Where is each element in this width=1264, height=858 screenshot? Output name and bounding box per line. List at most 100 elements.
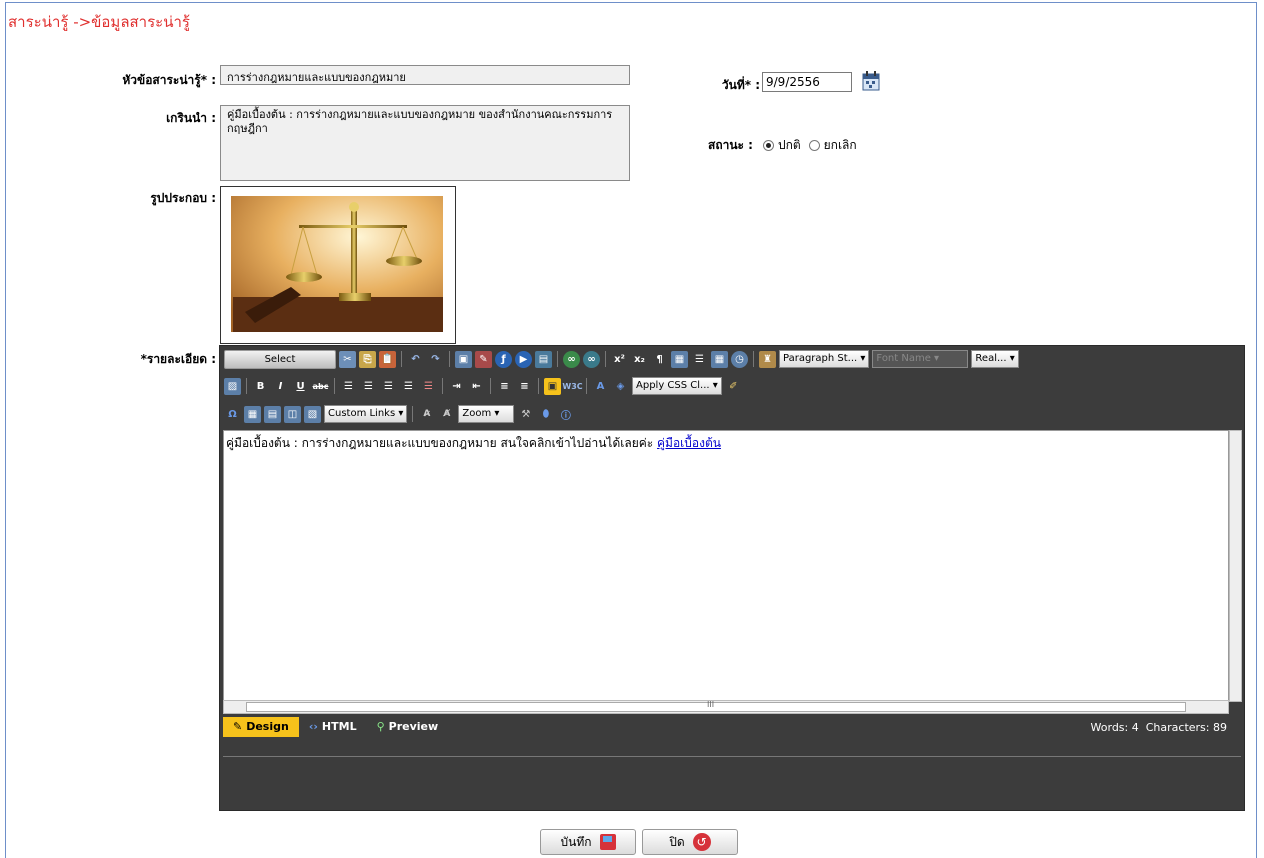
- toolbar-separator: [557, 351, 558, 367]
- illustration-image[interactable]: [220, 186, 456, 344]
- align-left-icon[interactable]: ☰: [340, 378, 357, 395]
- save-icon: [599, 834, 616, 850]
- snippet-icon[interactable]: ◫: [284, 405, 301, 423]
- bullet-list-icon[interactable]: ≡: [516, 378, 533, 395]
- zoom-dropdown[interactable]: Zoom ▾: [458, 405, 515, 423]
- close-button-label: ปิด: [669, 834, 685, 849]
- rich-text-editor: Select ✂ ⎘ 📋 ↶ ↷ ▣ ✎ ƒ ▶ ▤ ∞ ∞ x² x₂ ¶ ▦…: [219, 345, 1245, 811]
- status-group: สถานะ : ปกติ ยกเลิก: [708, 136, 857, 155]
- tab-html[interactable]: ‹› HTML: [299, 717, 367, 737]
- toolbar-separator: [334, 378, 335, 394]
- convert-upper-icon[interactable]: A̸: [438, 406, 455, 423]
- redo-icon[interactable]: ↷: [427, 351, 444, 368]
- toolbar-separator: [753, 351, 754, 367]
- scroll-grip: III: [707, 700, 715, 709]
- date-label: วันที่* :: [721, 78, 760, 92]
- status-cancel-radio[interactable]: [808, 140, 820, 151]
- insert-symbol-icon[interactable]: Ω: [224, 406, 241, 423]
- editor-horizontal-scrollbar[interactable]: III: [223, 700, 1229, 714]
- custom-links-dropdown[interactable]: Custom Links ▾: [324, 405, 408, 423]
- subscript-icon[interactable]: x₂: [631, 351, 648, 368]
- pencil-icon: ✎: [233, 720, 243, 733]
- intro-field[interactable]: คู่มือเบื้องต้น : การร่างกฎหมายและแบบของ…: [220, 105, 630, 181]
- close-button[interactable]: ปิด ↺: [642, 829, 738, 855]
- undo-icon[interactable]: ↶: [407, 351, 424, 368]
- numbered-list-icon[interactable]: ≡: [496, 378, 513, 395]
- image-map-icon[interactable]: ▧: [304, 405, 321, 423]
- format-painter-icon[interactable]: ✐: [725, 378, 742, 395]
- status-normal-radio[interactable]: [762, 140, 774, 151]
- module-manager-icon[interactable]: ⚒: [517, 406, 534, 423]
- format-stripper-icon[interactable]: ♜: [759, 350, 776, 368]
- align-right-icon[interactable]: ☰: [380, 378, 397, 395]
- align-center-icon[interactable]: ☰: [360, 378, 377, 395]
- document-manager-icon[interactable]: ✎: [475, 350, 492, 368]
- copy-icon[interactable]: ⎘: [359, 350, 376, 368]
- date-input[interactable]: [762, 72, 852, 92]
- save-button-label: บันทึก: [560, 834, 592, 849]
- paste-icon[interactable]: 📋: [379, 350, 396, 368]
- apply-css-class-dropdown[interactable]: Apply CSS Cl... ▾: [632, 377, 722, 395]
- toggle-border-icon[interactable]: ▣: [544, 377, 561, 395]
- insert-table-icon[interactable]: ▦: [671, 350, 688, 368]
- image-manager-icon[interactable]: ▣: [455, 350, 472, 368]
- font-name-dropdown[interactable]: Font Name ▾: [872, 350, 969, 368]
- code-icon: ‹›: [308, 720, 318, 733]
- real-font-size-dropdown[interactable]: Real... ▾: [971, 350, 1019, 368]
- about-icon[interactable]: ⓘ: [557, 406, 574, 423]
- toolbar-separator: [538, 378, 539, 394]
- paragraph-icon[interactable]: ¶: [651, 351, 668, 368]
- track-changes-icon[interactable]: ⬮: [537, 406, 554, 423]
- horizontal-rule-icon[interactable]: ☰: [691, 351, 708, 368]
- bold-icon[interactable]: B: [252, 378, 269, 395]
- toolbar-separator: [401, 351, 402, 367]
- status-cancel-label: ยกเลิก: [823, 138, 857, 152]
- editor-vertical-scrollbar[interactable]: [1229, 430, 1242, 702]
- title-field[interactable]: การร่างกฎหมายและแบบของกฎหมาย: [220, 65, 630, 85]
- convert-lower-icon[interactable]: A̷: [418, 406, 435, 423]
- insert-time-icon[interactable]: ◷: [731, 350, 748, 368]
- editor-content-text: คู่มือเบื้องต้น : การร่างกฎหมายและแบบของ…: [226, 436, 654, 450]
- outdent-icon[interactable]: ⇤: [468, 378, 485, 395]
- toolbar-row-1: Select ✂ ⎘ 📋 ↶ ↷ ▣ ✎ ƒ ▶ ▤ ∞ ∞ x² x₂ ¶ ▦…: [224, 348, 1019, 370]
- unlink-icon[interactable]: ∞: [583, 350, 600, 368]
- detail-label: *รายละเอียด :: [140, 352, 216, 366]
- hyperlink-icon[interactable]: ∞: [563, 350, 580, 368]
- superscript-icon[interactable]: x²: [611, 351, 628, 368]
- status-normal-label: ปกติ: [777, 138, 801, 152]
- flash-manager-icon[interactable]: ƒ: [495, 350, 512, 368]
- cut-icon[interactable]: ✂: [339, 350, 356, 368]
- strikethrough-icon[interactable]: abc: [312, 378, 329, 395]
- indent-icon[interactable]: ⇥: [448, 378, 465, 395]
- remove-alignment-icon[interactable]: ☰: [420, 378, 437, 395]
- editor-content-link[interactable]: คู่มือเบื้องต้น: [657, 436, 721, 450]
- insert-date-icon[interactable]: ▦: [711, 350, 728, 368]
- calendar-icon[interactable]: [862, 71, 880, 91]
- close-icon: ↺: [692, 833, 711, 851]
- highlight-color-icon[interactable]: ◈: [612, 378, 629, 395]
- editor-divider: [223, 756, 1241, 757]
- toolbar-row-2: ▨ B I U abc ☰ ☰ ☰ ☰ ☰ ⇥ ⇤ ≡ ≡ ▣ W3C A ◈ …: [224, 375, 742, 397]
- scrollbar-thumb[interactable]: III: [246, 700, 1186, 712]
- font-color-icon[interactable]: A: [592, 378, 609, 395]
- underline-icon[interactable]: U: [292, 378, 309, 395]
- toolbar-separator: [586, 378, 587, 394]
- template-manager-icon[interactable]: ▤: [535, 350, 552, 368]
- tab-design[interactable]: ✎ Design: [223, 717, 299, 737]
- media-manager-icon[interactable]: ▶: [515, 350, 532, 368]
- italic-icon[interactable]: I: [272, 378, 289, 395]
- tab-preview[interactable]: ⚲ Preview: [367, 717, 449, 737]
- select-button[interactable]: Select: [224, 349, 336, 369]
- toolbar-separator: [442, 378, 443, 394]
- toolbar-separator: [490, 378, 491, 394]
- editor-content-area[interactable]: คู่มือเบื้องต้น : การร่างกฎหมายและแบบของ…: [223, 430, 1229, 702]
- paragraph-style-dropdown[interactable]: Paragraph St... ▾: [779, 350, 870, 368]
- save-button[interactable]: บันทึก: [540, 829, 636, 855]
- xhtml-validator-icon[interactable]: W3C: [562, 378, 582, 395]
- form-element-icon[interactable]: ▤: [264, 405, 281, 423]
- intro-label: เกรินนำ :: [166, 111, 216, 125]
- justify-icon[interactable]: ☰: [400, 378, 417, 395]
- editor-mode-bar: ✎ Design ‹› HTML ⚲ Preview Words: 4 Char…: [223, 716, 1241, 738]
- table-icon[interactable]: ▦: [244, 405, 261, 423]
- select-all-icon[interactable]: ▨: [224, 377, 241, 395]
